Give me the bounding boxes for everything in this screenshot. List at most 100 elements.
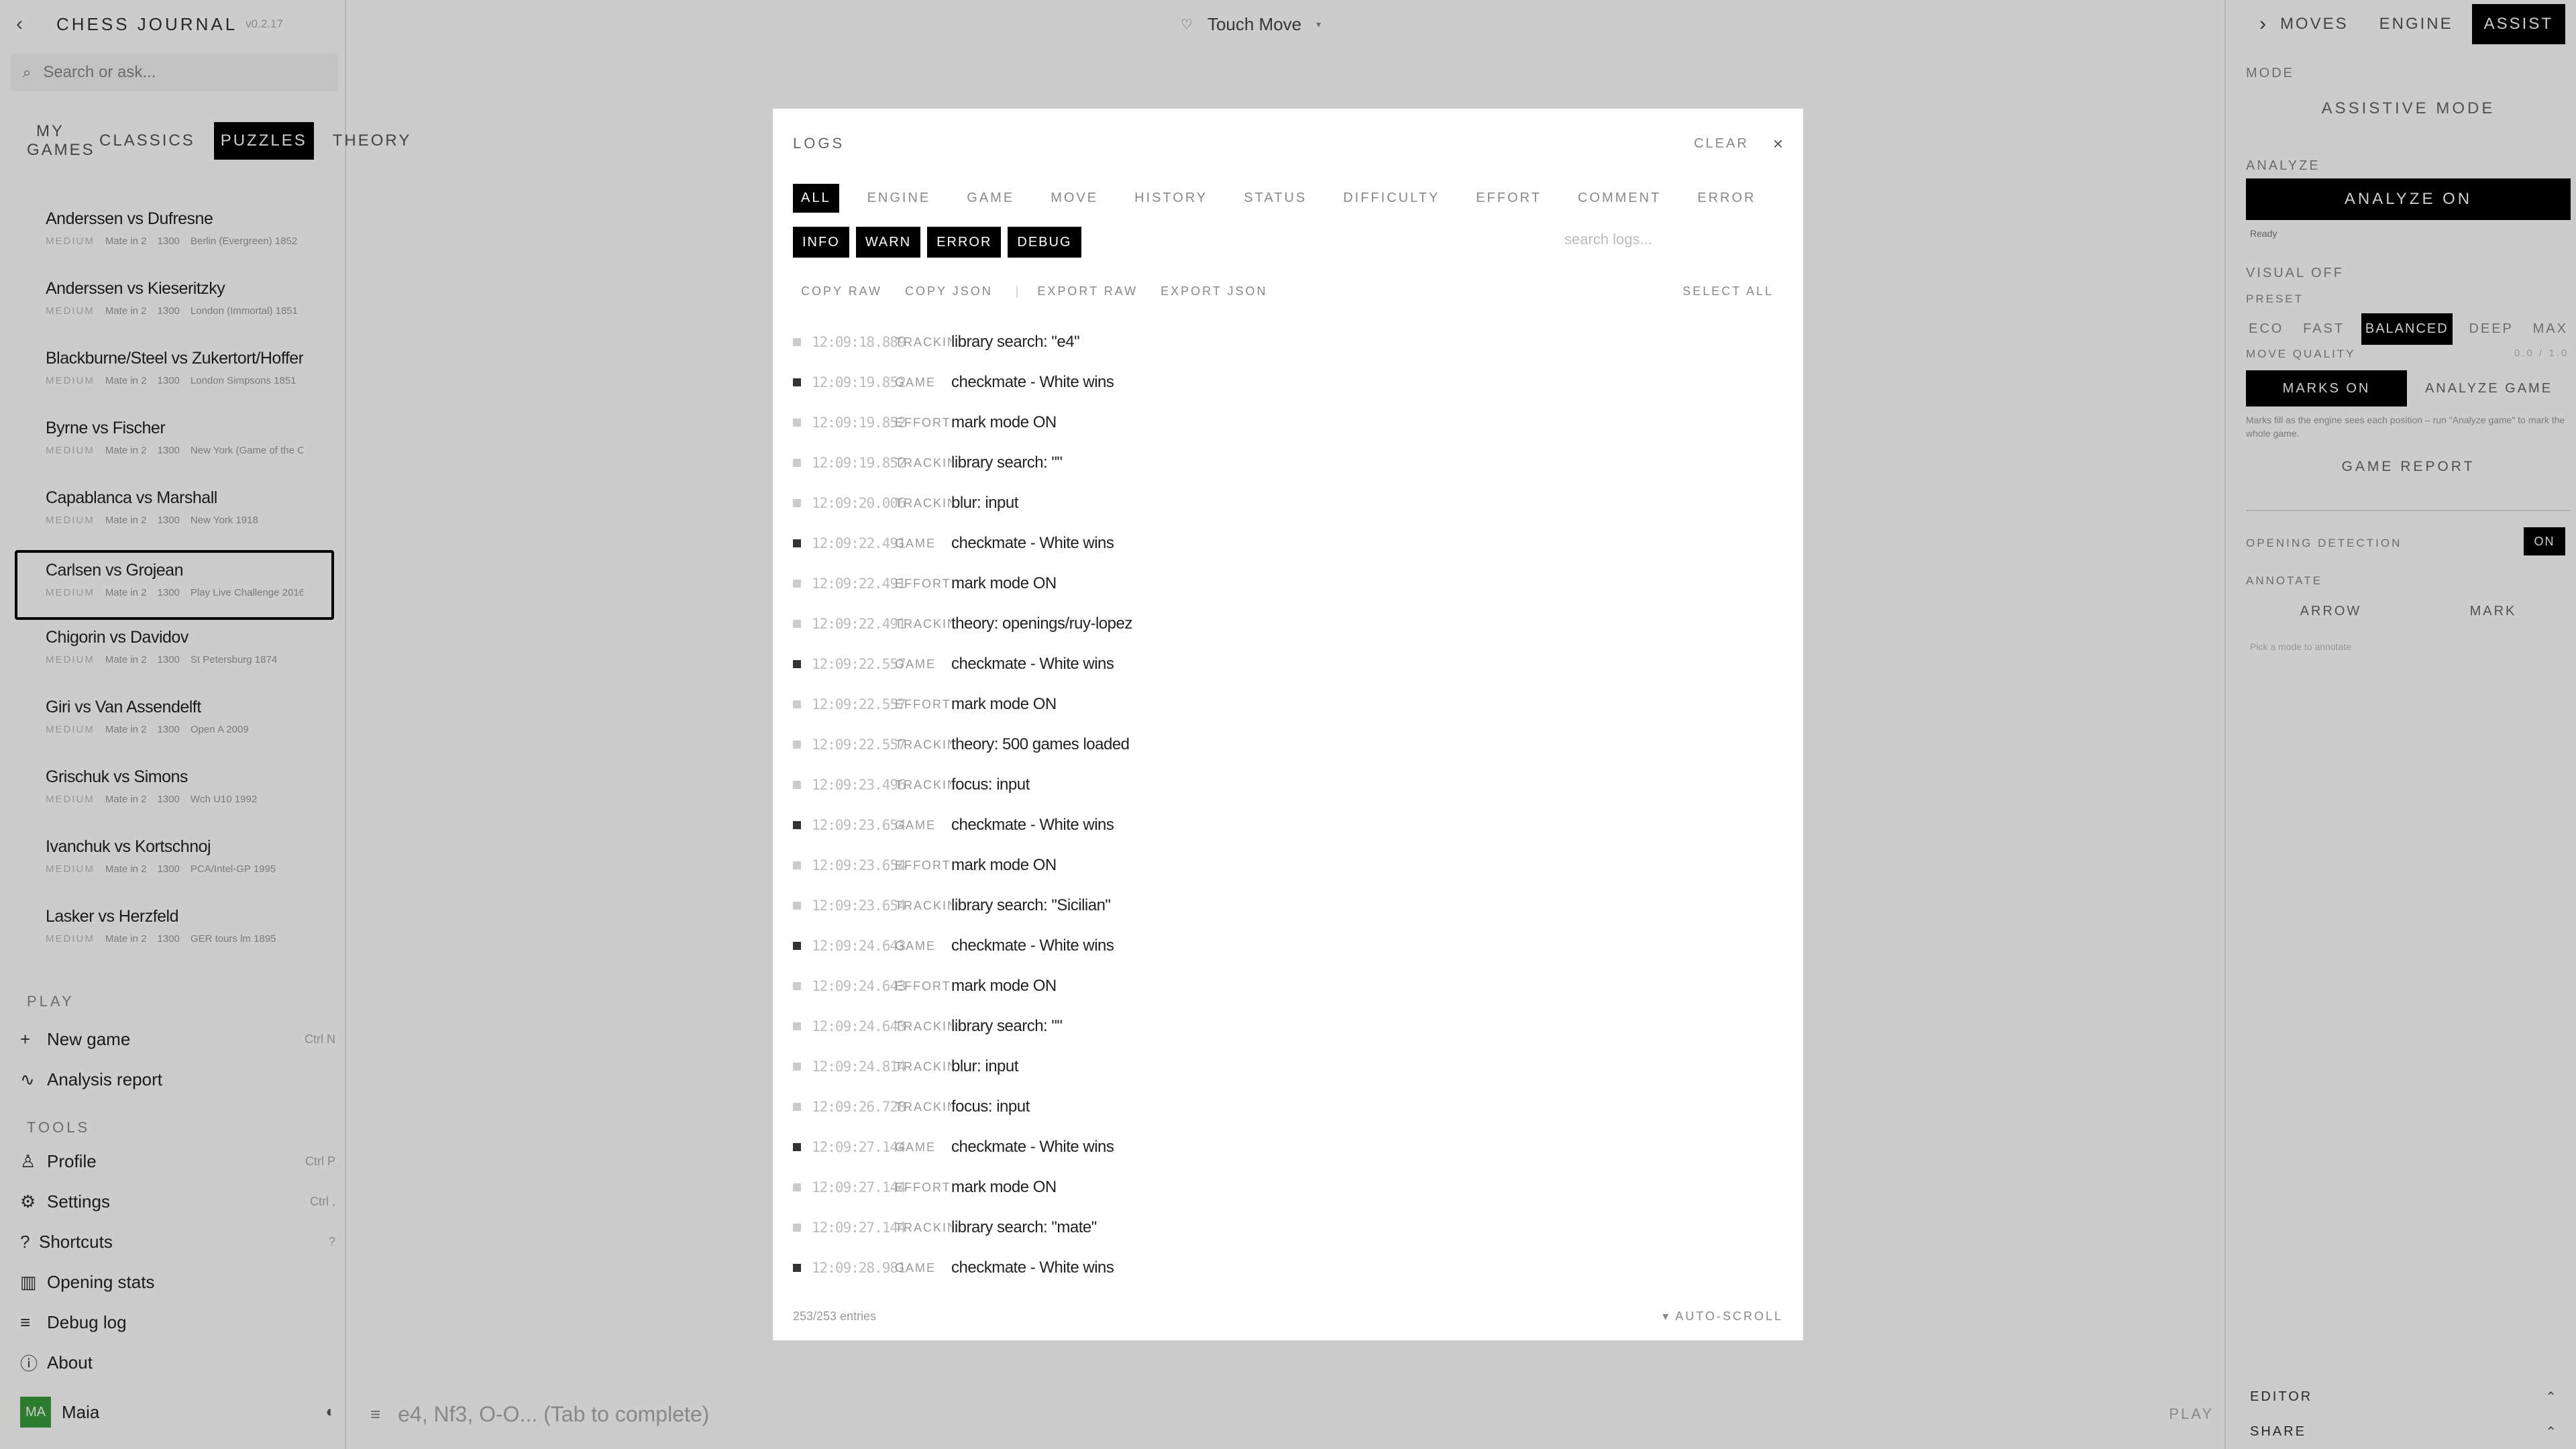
close-icon[interactable]: × <box>1773 133 1783 154</box>
log-marker <box>793 982 801 990</box>
export-json-button[interactable]: EXPORT JSON <box>1161 284 1267 299</box>
log-marker <box>793 741 801 749</box>
log-entry[interactable]: 12:09:23.654 EFFORT mark mode ON <box>793 845 1783 885</box>
log-category: GAME <box>895 375 936 389</box>
filter-effort[interactable]: EFFORT <box>1468 184 1550 213</box>
log-marker <box>793 1143 801 1151</box>
auto-scroll-toggle[interactable]: ▾ AUTO-SCROLL <box>1662 1309 1783 1324</box>
log-search-input[interactable]: search logs... <box>1564 231 1766 248</box>
log-timestamp: 12:09:23.496 <box>812 777 906 793</box>
log-entry[interactable]: 12:09:20.006TRACKINGblur: input <box>793 483 1783 523</box>
log-timestamp: 12:09:23.654 <box>812 857 906 873</box>
log-entry[interactable]: 12:09:24.643 GAME checkmate - White wins <box>793 926 1783 966</box>
log-message: checkmate - White wins <box>951 534 1114 552</box>
log-marker <box>793 700 801 708</box>
log-category: TRACKING <box>895 737 951 751</box>
log-message: checkmate - White wins <box>951 1258 1114 1277</box>
clear-logs-button[interactable]: CLEAR <box>1694 136 1749 152</box>
log-entry[interactable]: 12:09:23.654TRACKINGlibrary search: "Sic… <box>793 885 1783 926</box>
log-message: blur: input <box>951 494 1018 512</box>
log-entry[interactable]: 12:09:22.557 GAME checkmate - White wins <box>793 644 1783 684</box>
filter-move[interactable]: MOVE <box>1042 184 1106 213</box>
log-timestamp: 12:09:22.557 <box>812 696 906 712</box>
export-raw-button[interactable]: EXPORT RAW <box>1037 284 1138 299</box>
log-marker <box>793 620 801 628</box>
log-entry[interactable]: 12:09:19.852TRACKINGlibrary search: "" <box>793 443 1783 483</box>
log-marker <box>793 338 801 346</box>
filter-history[interactable]: HISTORY <box>1126 184 1216 213</box>
log-category: EFFORT <box>895 858 951 872</box>
log-category: TRACKING <box>895 1099 951 1114</box>
log-category: EFFORT <box>895 979 951 993</box>
copy-raw-button[interactable]: COPY RAW <box>801 284 882 299</box>
action-separator: | <box>1015 284 1019 298</box>
copy-json-button[interactable]: COPY JSON <box>905 284 993 299</box>
filter-game[interactable]: GAME <box>959 184 1022 213</box>
log-marker <box>793 1063 801 1071</box>
log-entry[interactable]: 12:09:24.814TRACKINGblur: input <box>793 1046 1783 1087</box>
filter-comment[interactable]: COMMENT <box>1570 184 1669 213</box>
log-message: mark mode ON <box>951 856 1057 874</box>
log-entry[interactable]: 12:09:22.491 EFFORT mark mode ON <box>793 564 1783 604</box>
log-timestamp: 12:09:24.643 <box>812 978 906 994</box>
log-timestamp: 12:09:24.643 <box>812 938 906 954</box>
log-entry[interactable]: 12:09:23.496TRACKINGfocus: input <box>793 765 1783 805</box>
logs-footer: 253/253 entries ▾ AUTO-SCROLL <box>793 1309 1783 1324</box>
level-warn-toggle[interactable]: WARN <box>855 227 921 258</box>
log-entry[interactable]: 12:09:22.557 EFFORT mark mode ON <box>793 684 1783 724</box>
log-marker <box>793 861 801 869</box>
log-entry[interactable]: 12:09:24.643TRACKINGlibrary search: "" <box>793 1006 1783 1046</box>
log-entry[interactable]: 12:09:28.981 GAME checkmate - White wins <box>793 1248 1783 1288</box>
log-message: mark mode ON <box>951 977 1057 995</box>
log-entry[interactable]: 12:09:18.889TRACKINGlibrary search: "e4" <box>793 322 1783 362</box>
log-category: TRACKING <box>895 496 951 510</box>
log-category: EFFORT <box>895 1180 951 1194</box>
log-message: library search: "Sicilian" <box>951 896 1111 914</box>
level-info-toggle[interactable]: INFO <box>793 227 849 258</box>
log-list[interactable]: 12:09:18.889TRACKINGlibrary search: "e4"… <box>793 322 1783 1288</box>
filter-all[interactable]: ALL <box>793 183 839 213</box>
log-message: checkmate - White wins <box>951 816 1114 834</box>
logs-header: LOGS CLEAR × <box>793 130 1783 157</box>
log-category: TRACKING <box>895 898 951 912</box>
filter-difficulty[interactable]: DIFFICULTY <box>1335 184 1448 213</box>
log-timestamp: 12:09:18.889 <box>812 334 906 350</box>
log-actions: COPY RAW COPY JSON | EXPORT RAW EXPORT J… <box>801 278 1783 305</box>
filter-error[interactable]: ERROR <box>1689 184 1764 213</box>
log-timestamp: 12:09:26.728 <box>812 1099 906 1115</box>
log-marker <box>793 781 801 789</box>
log-entry[interactable]: 12:09:19.852 GAME checkmate - White wins <box>793 362 1783 402</box>
log-entry[interactable]: 12:09:27.144 GAME checkmate - White wins <box>793 1127 1783 1167</box>
log-timestamp: 12:09:23.654 <box>812 817 906 833</box>
log-category: EFFORT <box>895 415 951 429</box>
log-timestamp: 12:09:19.852 <box>812 415 906 431</box>
log-message: mark mode ON <box>951 574 1057 592</box>
log-message: theory: openings/ruy-lopez <box>951 614 1132 633</box>
log-entry[interactable]: 12:09:22.491TRACKINGtheory: openings/ruy… <box>793 604 1783 644</box>
select-all-button[interactable]: SELECT ALL <box>1682 284 1774 299</box>
log-entry[interactable]: 12:09:26.728TRACKINGfocus: input <box>793 1087 1783 1127</box>
level-error-toggle[interactable]: ERROR <box>927 227 1002 258</box>
log-marker <box>793 499 801 507</box>
log-message: mark mode ON <box>951 413 1057 431</box>
log-category: TRACKING <box>895 455 951 470</box>
log-timestamp: 12:09:27.144 <box>812 1139 906 1155</box>
log-category: TRACKING <box>895 335 951 349</box>
log-timestamp: 12:09:22.491 <box>812 576 906 592</box>
log-entry[interactable]: 12:09:19.852 EFFORT mark mode ON <box>793 402 1783 443</box>
filter-engine[interactable]: ENGINE <box>859 184 939 213</box>
log-entry[interactable]: 12:09:22.491 GAME checkmate - White wins <box>793 523 1783 564</box>
log-entry[interactable]: 12:09:23.654 GAME checkmate - White wins <box>793 805 1783 845</box>
log-timestamp: 12:09:27.144 <box>812 1220 906 1236</box>
filter-status[interactable]: STATUS <box>1236 184 1315 213</box>
log-category: TRACKING <box>895 1059 951 1073</box>
log-entry[interactable]: 12:09:27.144 EFFORT mark mode ON <box>793 1167 1783 1208</box>
level-debug-toggle[interactable]: DEBUG <box>1008 227 1081 258</box>
log-marker <box>793 1103 801 1111</box>
log-marker <box>793 1264 801 1272</box>
log-entry[interactable]: 12:09:22.557TRACKINGtheory: 500 games lo… <box>793 724 1783 765</box>
log-entry[interactable]: 12:09:27.144TRACKINGlibrary search: "mat… <box>793 1208 1783 1248</box>
log-marker <box>793 1022 801 1030</box>
log-entry[interactable]: 12:09:24.643 EFFORT mark mode ON <box>793 966 1783 1006</box>
log-timestamp: 12:09:28.981 <box>812 1260 906 1276</box>
